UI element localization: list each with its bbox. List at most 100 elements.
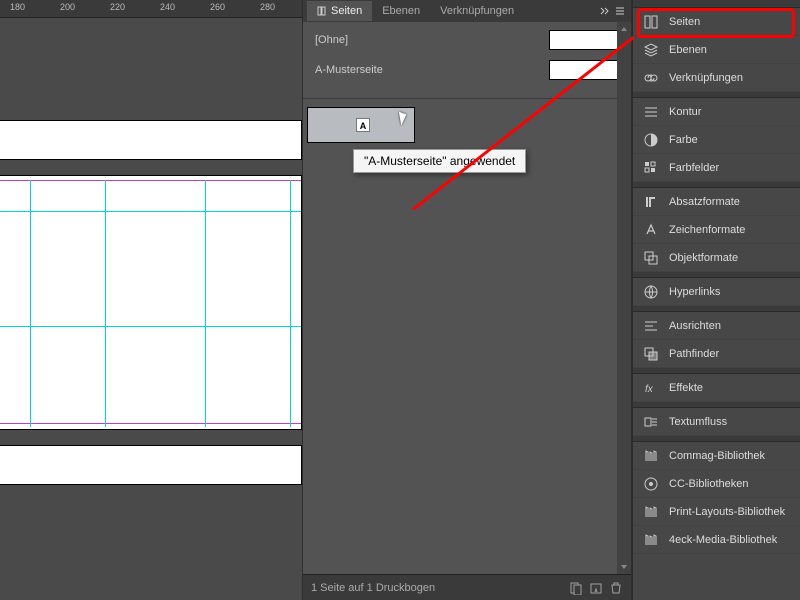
horizontal-guide[interactable] [0, 326, 301, 327]
hyperlink-icon [643, 284, 659, 300]
master-pages-list: [Ohne] A-Musterseite [303, 22, 631, 99]
dock-item-label: Seiten [669, 16, 700, 28]
vertical-guide[interactable] [290, 180, 291, 427]
dock-item-label: Kontur [669, 106, 701, 118]
dock-item-label: Textumfluss [669, 416, 727, 428]
dock-item-absatzformate[interactable]: Absatzformate [633, 188, 800, 216]
dock-item-label: Hyperlinks [669, 286, 720, 298]
textwrap-icon [643, 414, 659, 430]
ruler-tick-label: 180 [10, 2, 25, 12]
dock-item-4eck[interactable]: 4eck-Media-Bibliothek [633, 526, 800, 554]
scroll-down-icon[interactable] [619, 562, 629, 572]
dock-separator [633, 0, 800, 8]
document-canvas[interactable]: 180 200 220 240 260 280 [0, 0, 302, 600]
tab-verknupfungen[interactable]: Verknüpfungen [430, 1, 524, 21]
dock-item-verknupfungen[interactable]: Verknüpfungen [633, 64, 800, 92]
page-spread-main[interactable] [0, 175, 302, 430]
delete-page-icon[interactable] [609, 581, 623, 595]
collapse-icon[interactable] [599, 6, 609, 16]
cc-icon [643, 476, 659, 492]
obj-style-icon [643, 250, 659, 266]
page-spread-bottom[interactable] [0, 445, 302, 485]
vertical-guide[interactable] [105, 180, 106, 427]
dock-item-label: Effekte [669, 382, 703, 394]
links-icon [643, 70, 659, 86]
master-thumb[interactable] [549, 60, 619, 80]
dock-item-label: 4eck-Media-Bibliothek [669, 534, 777, 546]
ruler-tick-label: 280 [260, 2, 275, 12]
dock-item-objektformate[interactable]: Objektformate [633, 244, 800, 272]
pages-icon [643, 14, 659, 30]
tab-ebenen[interactable]: Ebenen [372, 1, 430, 21]
master-row-none[interactable]: [Ohne] [315, 30, 619, 50]
right-panel-dock: Seiten Ebenen Verknüpfungen Kontur Farbe Farb… [632, 0, 800, 600]
edit-page-icon[interactable] [569, 581, 583, 595]
ruler-tick-label: 220 [110, 2, 125, 12]
layers-icon [643, 42, 659, 58]
drop-tooltip: "A-Musterseite" angewendet [353, 149, 526, 173]
vertical-guide[interactable] [30, 180, 31, 427]
master-label: A-Musterseite [315, 64, 383, 76]
dock-item-hyperlinks[interactable]: Hyperlinks [633, 278, 800, 306]
horizontal-guide[interactable] [0, 211, 301, 212]
master-badge: A [356, 118, 370, 132]
svg-text:fx: fx [645, 384, 654, 395]
margin-guide [0, 180, 301, 181]
ruler-tick-label: 200 [60, 2, 75, 12]
dock-item-label: CC-Bibliotheken [669, 478, 748, 490]
fx-icon: fx [643, 380, 659, 396]
color-icon [643, 132, 659, 148]
dock-item-ebenen[interactable]: Ebenen [633, 36, 800, 64]
library-icon [643, 532, 659, 548]
horizontal-ruler[interactable]: 180 200 220 240 260 280 [0, 0, 302, 18]
dock-item-label: Farbfelder [669, 162, 719, 174]
dock-item-label: Ausrichten [669, 320, 721, 332]
para-style-icon [643, 194, 659, 210]
panel-tabstrip: Seiten Ebenen Verknüpfungen [303, 0, 631, 22]
vertical-guide[interactable] [205, 180, 206, 427]
tab-label: Seiten [331, 5, 362, 17]
master-row-a[interactable]: A-Musterseite [315, 60, 619, 80]
dock-item-farbe[interactable]: Farbe [633, 126, 800, 154]
panel-footer: 1 Seite auf 1 Druckbogen [303, 574, 631, 600]
char-style-icon [643, 222, 659, 238]
ruler-tick-label: 240 [160, 2, 175, 12]
ruler-tick-label: 260 [210, 2, 225, 12]
dock-item-textumfluss[interactable]: Textumfluss [633, 408, 800, 436]
dock-item-label: Verknüpfungen [669, 72, 743, 84]
panel-menu-icon[interactable] [615, 6, 625, 16]
dock-item-seiten[interactable]: Seiten [633, 8, 800, 36]
pathfinder-icon [643, 346, 659, 362]
panel-scrollbar[interactable] [617, 22, 631, 574]
dock-item-label: Commag-Bibliothek [669, 450, 765, 462]
library-icon [643, 504, 659, 520]
master-thumb[interactable] [549, 30, 619, 50]
dock-item-label: Pathfinder [669, 348, 719, 360]
dock-item-effekte[interactable]: fx Effekte [633, 374, 800, 402]
tab-seiten[interactable]: Seiten [307, 1, 372, 21]
master-label: [Ohne] [315, 34, 348, 46]
dock-item-label: Zeichenformate [669, 224, 745, 236]
dock-item-kontur[interactable]: Kontur [633, 98, 800, 126]
footer-status: 1 Seite auf 1 Druckbogen [311, 582, 435, 594]
dock-item-printlayouts[interactable]: Print-Layouts-Bibliothek [633, 498, 800, 526]
swatches-icon [643, 160, 659, 176]
dock-item-cclib[interactable]: CC-Bibliotheken [633, 470, 800, 498]
scroll-up-icon[interactable] [619, 24, 629, 34]
dock-item-label: Ebenen [669, 44, 707, 56]
dock-item-label: Absatzformate [669, 196, 740, 208]
dock-item-label: Farbe [669, 134, 698, 146]
dock-item-label: Objektformate [669, 252, 738, 264]
library-icon [643, 448, 659, 464]
dock-item-ausrichten[interactable]: Ausrichten [633, 312, 800, 340]
page-spread-top[interactable] [0, 120, 302, 160]
dock-item-zeichenformate[interactable]: Zeichenformate [633, 216, 800, 244]
dock-item-farbfelder[interactable]: Farbfelder [633, 154, 800, 182]
pages-panel: Seiten Ebenen Verknüpfungen [Ohne] A-Mus… [302, 0, 632, 600]
new-page-icon[interactable] [589, 581, 603, 595]
margin-guide [0, 423, 301, 424]
dock-item-pathfinder[interactable]: Pathfinder [633, 340, 800, 368]
stroke-icon [643, 104, 659, 120]
document-pages-list[interactable]: A "A-Musterseite" angewendet [303, 99, 631, 574]
dock-item-commag[interactable]: Commag-Bibliothek [633, 442, 800, 470]
